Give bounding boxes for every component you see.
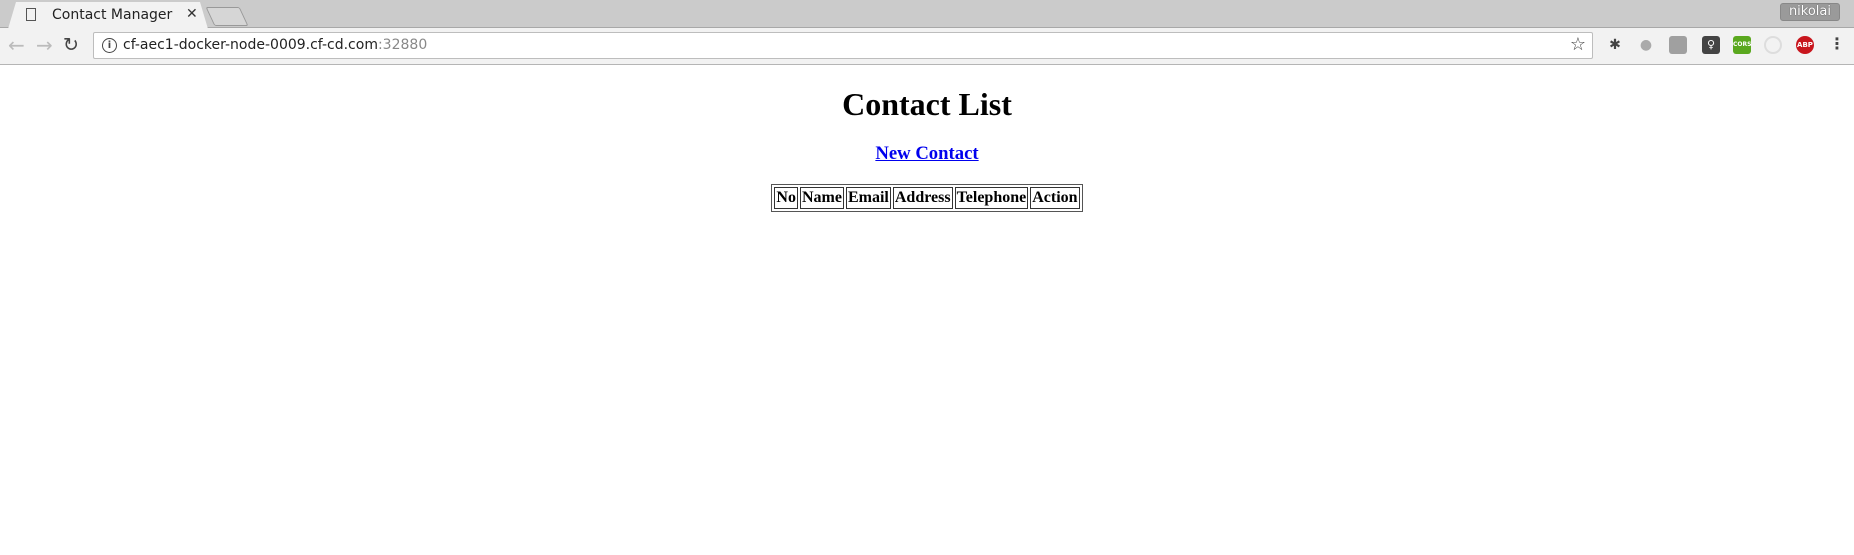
- adblock-extension-icon[interactable]: ABP: [1796, 36, 1814, 54]
- cors-extension-icon[interactable]: CORS: [1733, 36, 1751, 54]
- bookmark-star-icon[interactable]: ☆: [1570, 34, 1586, 55]
- page-title: Contact List: [842, 86, 1012, 122]
- tab-contact-manager[interactable]: Contact Manager H ✕: [8, 2, 208, 29]
- header-no: No: [774, 187, 798, 209]
- url-text: cf-aec1-docker-node-0009.cf-cd.com:32880: [123, 37, 427, 53]
- address-bar[interactable]: i cf-aec1-docker-node-0009.cf-cd.com:328…: [93, 32, 1593, 59]
- new-contact-heading: New Contact: [0, 143, 1854, 165]
- contact-table: No Name Email Address Telephone Action: [771, 184, 1083, 212]
- menu-icon[interactable]: ⋮: [1828, 36, 1846, 54]
- info-icon[interactable]: i: [102, 38, 117, 53]
- table-header-row: No Name Email Address Telephone Action: [774, 187, 1080, 209]
- header-telephone: Telephone: [954, 187, 1029, 209]
- reload-icon[interactable]: ↻: [63, 35, 79, 55]
- url-port: :32880: [377, 37, 428, 53]
- new-contact-link[interactable]: New Contact: [875, 143, 978, 164]
- new-tab-button[interactable]: [205, 7, 249, 26]
- profile-button[interactable]: nikolai: [1779, 3, 1840, 21]
- forward-icon[interactable]: →: [36, 35, 53, 55]
- puzzle-extension-icon[interactable]: [1669, 36, 1687, 54]
- url-host: cf-aec1-docker-node-0009.cf-cd.com: [123, 37, 378, 53]
- close-tab-icon[interactable]: ✕: [186, 6, 198, 22]
- page-content: Contact List New Contact No Name Email A…: [0, 65, 1854, 212]
- tab-strip: Contact Manager H ✕ nikolai: [0, 0, 1854, 29]
- bug-extension-icon[interactable]: ✱: [1606, 36, 1624, 54]
- header-name: Name: [799, 187, 844, 209]
- lightbulb-extension-icon[interactable]: ♀: [1702, 36, 1720, 54]
- back-icon[interactable]: ←: [8, 35, 25, 55]
- header-address: Address: [892, 187, 953, 209]
- page-icon: [26, 8, 36, 21]
- swirl-extension-icon[interactable]: [1764, 36, 1782, 54]
- browser-toolbar: ← → ↻ i cf-aec1-docker-node-0009.cf-cd.c…: [0, 28, 1854, 65]
- header-email: Email: [845, 187, 891, 209]
- paw-extension-icon[interactable]: ●: [1637, 36, 1655, 54]
- header-action: Action: [1030, 187, 1080, 209]
- tab-title: Contact Manager H: [52, 7, 177, 23]
